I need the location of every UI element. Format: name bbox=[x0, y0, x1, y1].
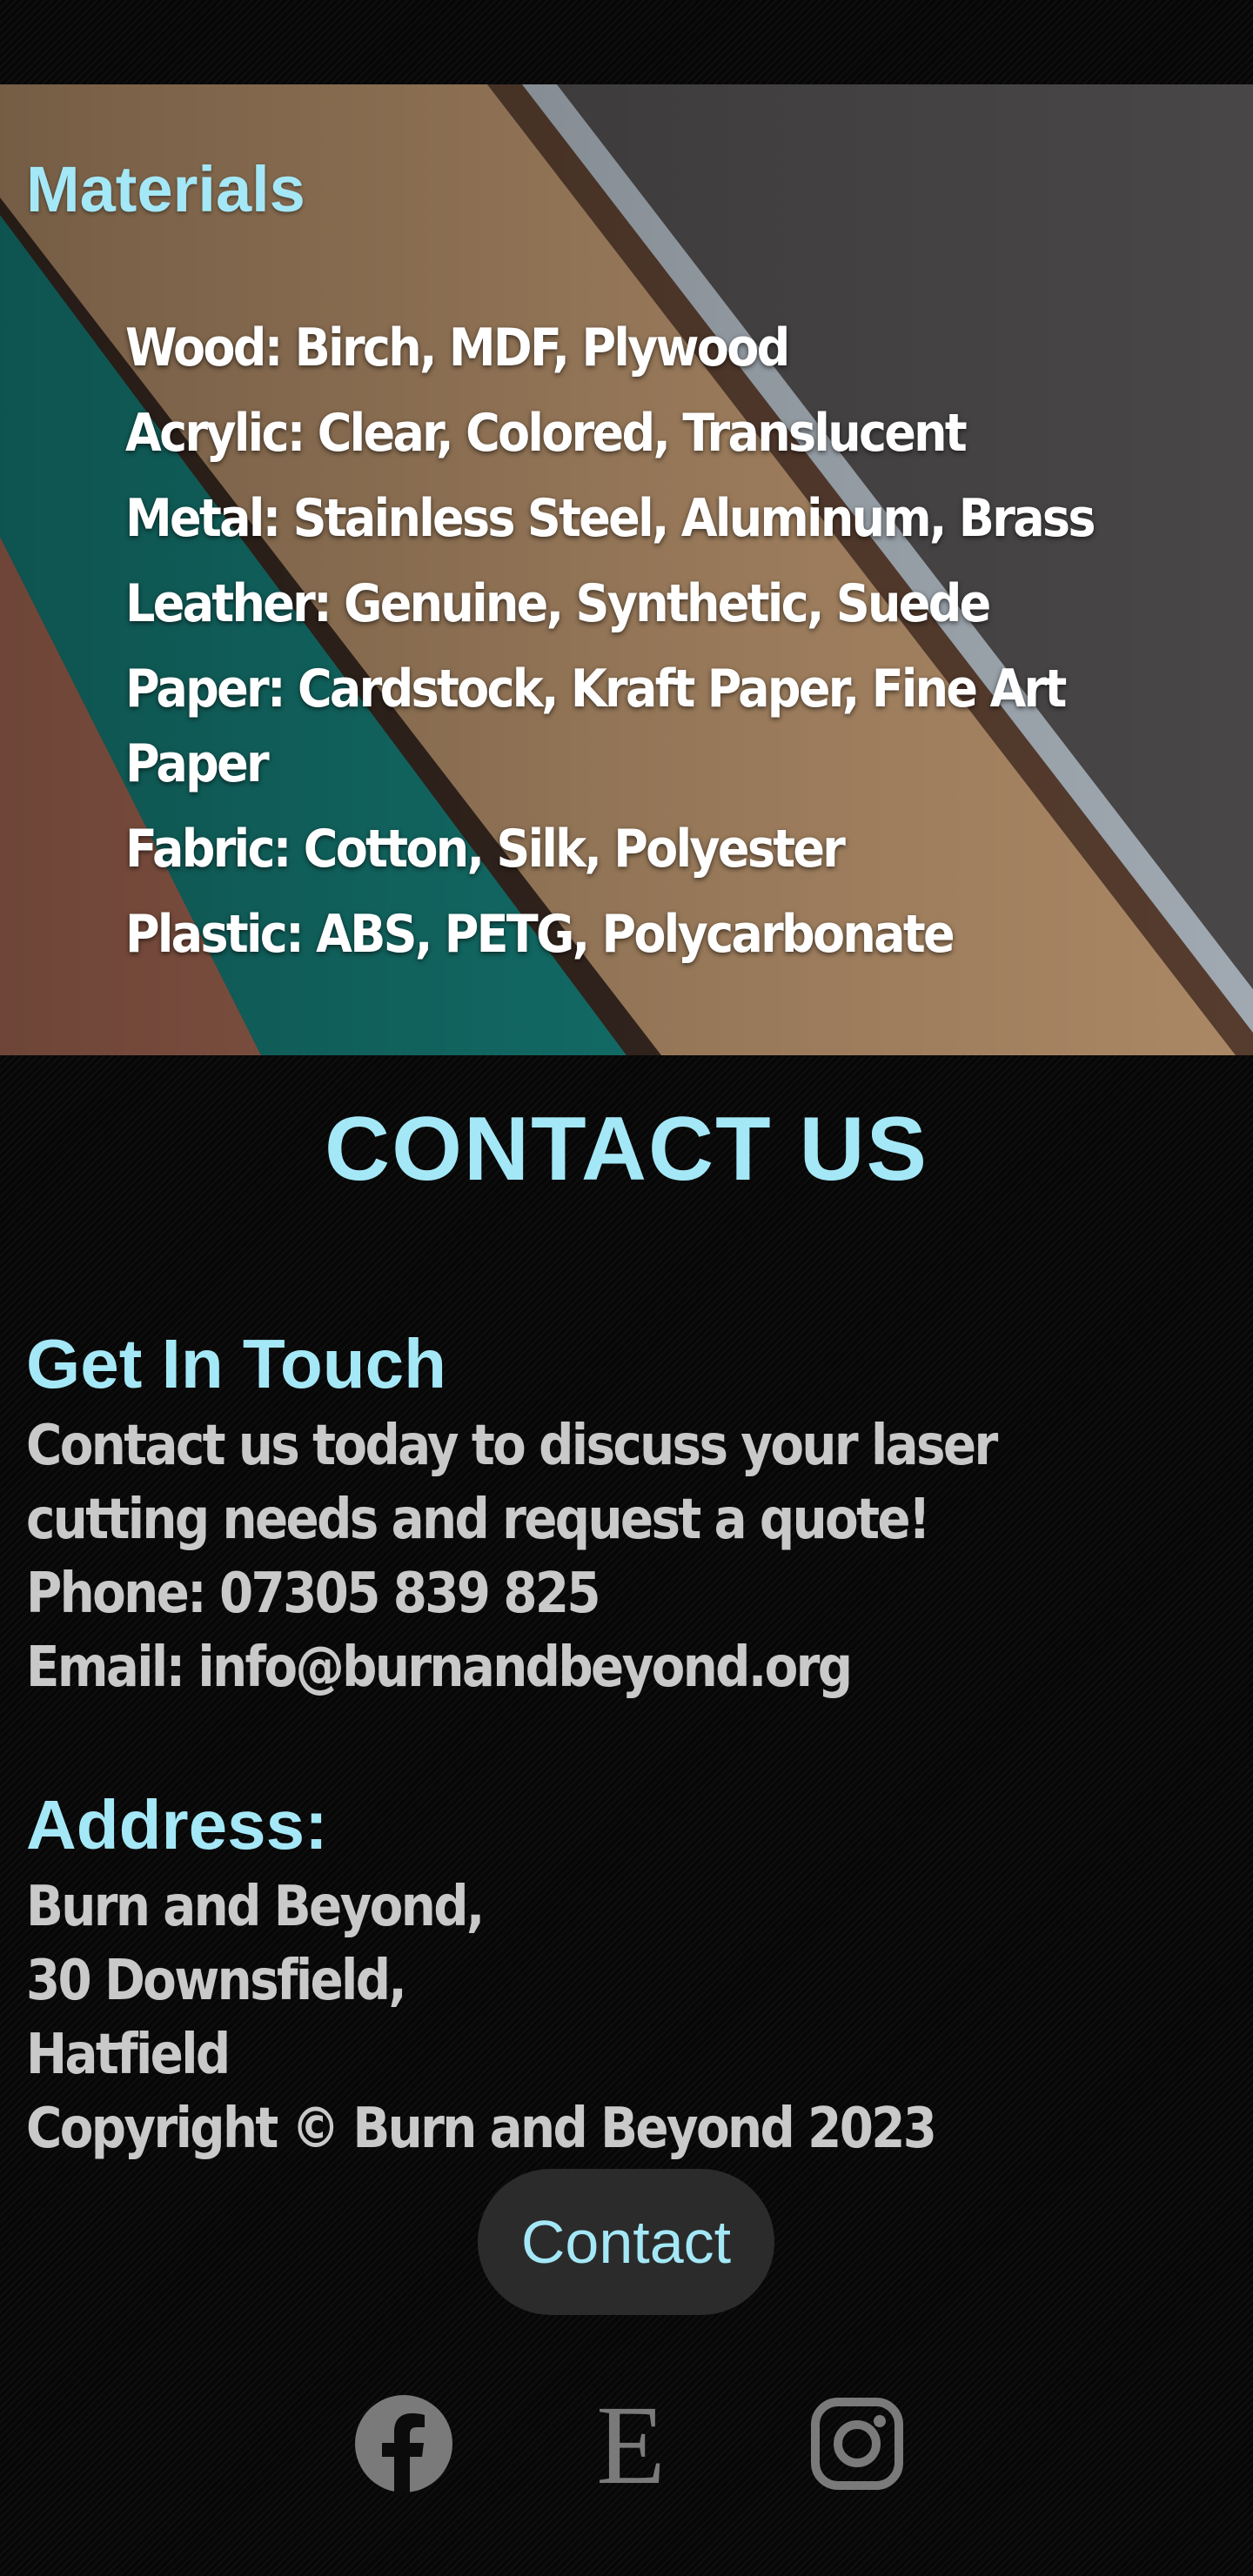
contact-button[interactable]: Contact bbox=[478, 2169, 774, 2315]
list-item: Wood: Birch, MDF, Plywood bbox=[125, 318, 790, 378]
phone-text: Phone: 07305 839 825 bbox=[26, 1562, 601, 1626]
materials-list: Wood: Birch, MDF, Plywood Acrylic: Clear… bbox=[125, 311, 1187, 982]
get-in-touch-heading: Get In Touch bbox=[26, 1325, 446, 1402]
address-line-2: 30 Downsfield, bbox=[26, 1949, 407, 2013]
etsy-icon: E bbox=[596, 2392, 665, 2495]
instagram-icon bbox=[811, 2398, 903, 2490]
list-item: Plastic: ABS, PETG, Polycarbonate bbox=[125, 904, 955, 965]
materials-section: Materials Wood: Birch, MDF, Plywood Acry… bbox=[0, 84, 1253, 1055]
list-item: Paper: Cardstock, Kraft Paper, Fine Art … bbox=[125, 659, 1067, 794]
copyright-text: Copyright © Burn and Beyond 2023 bbox=[26, 2097, 937, 2161]
list-item: Metal: Stainless Steel, Aluminum, Brass bbox=[125, 488, 1096, 549]
instagram-link[interactable] bbox=[811, 2392, 903, 2497]
list-item: Acrylic: Clear, Colored, Translucent bbox=[125, 403, 968, 464]
facebook-icon bbox=[355, 2395, 452, 2495]
list-item: Fabric: Cotton, Silk, Polyester bbox=[125, 819, 846, 880]
contact-title: CONTACT US bbox=[324, 1099, 929, 1200]
etsy-link[interactable]: E bbox=[592, 2392, 670, 2497]
address-line-1: Burn and Beyond, bbox=[26, 1875, 485, 1939]
materials-title: Materials bbox=[26, 153, 305, 225]
contact-intro: Contact us today to discuss your laser c… bbox=[26, 1414, 998, 1552]
svg-text:E: E bbox=[596, 2392, 665, 2495]
list-item: Leather: Genuine, Synthetic, Suede bbox=[125, 573, 991, 634]
address-line-3: Hatfield bbox=[26, 2023, 231, 2087]
address-heading: Address: bbox=[26, 1786, 328, 1863]
facebook-link[interactable] bbox=[352, 2392, 455, 2497]
email-text: Email: info@burnandbeyond.org bbox=[26, 1636, 853, 1700]
top-band bbox=[0, 0, 1253, 84]
